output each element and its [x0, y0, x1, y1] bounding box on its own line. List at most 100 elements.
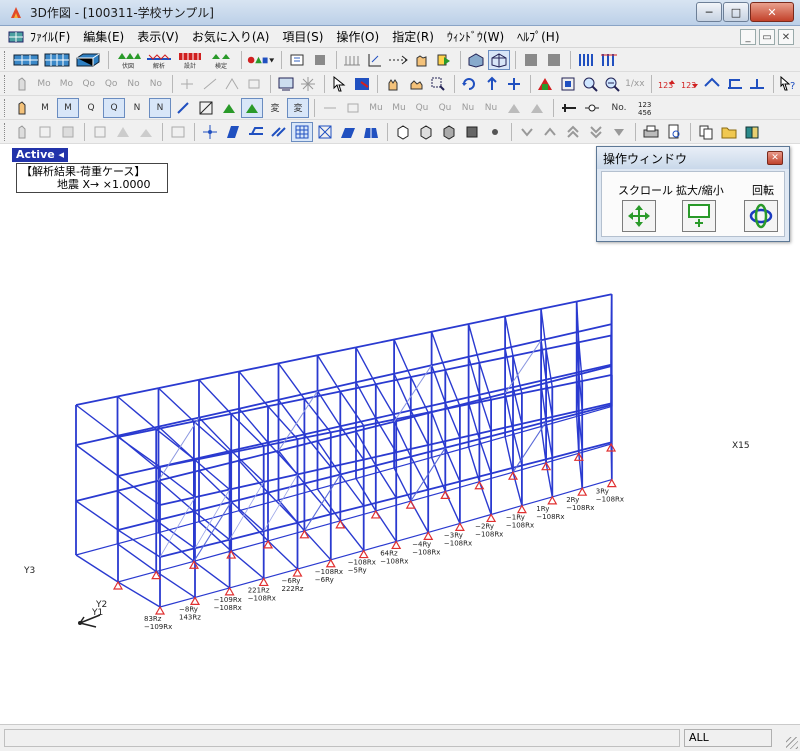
- zoom-button[interactable]: [682, 200, 716, 232]
- offset-tool-button[interactable]: [387, 50, 409, 70]
- wireframe-mode-button[interactable]: [488, 49, 510, 70]
- numeric-table-button[interactable]: 123 456: [635, 98, 657, 118]
- toolbar-grip[interactable]: [4, 74, 7, 93]
- zoom-fit-button[interactable]: [557, 74, 578, 94]
- book-button[interactable]: [741, 122, 763, 142]
- toolbar-grip[interactable]: [4, 98, 7, 117]
- member-link-button[interactable]: [268, 122, 290, 142]
- pointer-button[interactable]: [11, 98, 33, 118]
- stop-button[interactable]: [309, 50, 331, 70]
- mo-moment-button[interactable]: Mo: [33, 74, 54, 94]
- print-preview-doc-button[interactable]: [663, 122, 685, 142]
- minimize-button[interactable]: ─: [696, 2, 722, 22]
- qo-shear-button[interactable]: Qo: [78, 74, 99, 94]
- scroll-button[interactable]: [622, 200, 656, 232]
- dim-tool-2-button[interactable]: [199, 74, 220, 94]
- dim-load-1-button[interactable]: [319, 98, 341, 118]
- reaction-fix-button[interactable]: [195, 98, 217, 118]
- floor-plan-view-button[interactable]: [11, 50, 41, 70]
- toolbar-grip[interactable]: [4, 122, 7, 141]
- design-tool-button[interactable]: 設計: [175, 50, 205, 70]
- support-triangle-button[interactable]: [218, 98, 240, 118]
- dim-c-button[interactable]: [57, 122, 79, 142]
- member-line-button[interactable]: [558, 98, 580, 118]
- pointer-dim-button[interactable]: [11, 74, 32, 94]
- rotate-view-button[interactable]: [744, 200, 778, 232]
- menu-specify[interactable]: 指定(R): [392, 28, 434, 45]
- zoom-out-button[interactable]: [602, 74, 623, 94]
- q-shear-button[interactable]: Q: [80, 98, 102, 118]
- layer-2-button[interactable]: [543, 50, 565, 70]
- operation-window-close-button[interactable]: ✕: [767, 151, 783, 165]
- select-pointer-button[interactable]: [329, 74, 350, 94]
- layer-button[interactable]: [520, 50, 542, 70]
- zoom-in-button[interactable]: [579, 74, 600, 94]
- operation-window-title[interactable]: 操作ウィンドウ: [597, 147, 789, 169]
- no-axial-boxed-button[interactable]: No: [145, 74, 166, 94]
- menu-operation[interactable]: 操作(O): [336, 28, 379, 45]
- chevron-double-down-icon[interactable]: [585, 122, 607, 142]
- node-line-button[interactable]: [581, 98, 603, 118]
- toolbar-grip[interactable]: [4, 50, 7, 69]
- dim-support-boxed-button[interactable]: [526, 98, 548, 118]
- dim-tool-4-button[interactable]: [244, 74, 265, 94]
- dimension-tool-button[interactable]: [364, 50, 386, 70]
- resize-grip-icon[interactable]: [786, 737, 798, 749]
- node-move-button[interactable]: [199, 122, 221, 142]
- rotate-button[interactable]: [459, 74, 480, 94]
- menu-help[interactable]: ﾍﾙﾌﾟ(H): [517, 28, 559, 45]
- floor-plan-tool-button[interactable]: 伏図: [113, 50, 143, 70]
- move-up-button[interactable]: [481, 74, 502, 94]
- q-shear-boxed-button[interactable]: Q: [103, 97, 125, 118]
- zoom-region-button[interactable]: [427, 74, 448, 94]
- operation-window[interactable]: 操作ウィンドウ ✕ スクロール 拡大/縮小 回転: [596, 146, 790, 242]
- box-view-1-button[interactable]: [392, 122, 414, 142]
- deformation-button[interactable]: 変: [264, 98, 286, 118]
- triangle-down-icon[interactable]: [608, 122, 630, 142]
- m-moment-boxed-button[interactable]: M: [57, 97, 79, 118]
- menu-window[interactable]: ｳｨﾝﾄﾞｳ(W): [447, 28, 504, 45]
- chevron-down-icon[interactable]: [516, 122, 538, 142]
- mo-moment-boxed-button[interactable]: Mo: [56, 74, 77, 94]
- mdi-minimize-button[interactable]: _: [740, 29, 756, 45]
- pan-hand-button[interactable]: [382, 74, 403, 94]
- nu-axial-button[interactable]: Nu: [457, 98, 479, 118]
- n-axial-button[interactable]: N: [126, 98, 148, 118]
- cross-select-button[interactable]: [314, 122, 336, 142]
- number-up-button[interactable]: 123: [656, 74, 678, 94]
- beams-view-button[interactable]: [598, 50, 620, 70]
- shape-color-dropdown[interactable]: [246, 50, 276, 70]
- 3d-view-button[interactable]: [73, 50, 103, 70]
- dim-tool-1-button[interactable]: [177, 74, 198, 94]
- support-side-button[interactable]: [724, 74, 745, 94]
- mdi-close-button[interactable]: ✕: [778, 29, 794, 45]
- menu-favorites[interactable]: お気に入り(A): [192, 28, 270, 45]
- brace-button[interactable]: [337, 122, 359, 142]
- check-tool-button[interactable]: 検定: [206, 50, 236, 70]
- dim-g-button[interactable]: [167, 122, 189, 142]
- explode-button[interactable]: [297, 74, 318, 94]
- mdi-restore-button[interactable]: ▭: [759, 29, 775, 45]
- qo-shear-boxed-button[interactable]: Qo: [100, 74, 121, 94]
- menu-edit[interactable]: 編集(E): [83, 28, 124, 45]
- dim-load-2-button[interactable]: [342, 98, 364, 118]
- move-cross-button[interactable]: [503, 74, 524, 94]
- hand-tool-button[interactable]: [410, 50, 432, 70]
- mu-moment-boxed-button[interactable]: Mu: [388, 98, 410, 118]
- maximize-button[interactable]: □: [723, 2, 749, 22]
- print-preview-button[interactable]: [286, 50, 308, 70]
- grab-hand-button[interactable]: [405, 74, 426, 94]
- member-edit-button[interactable]: [245, 122, 267, 142]
- chevron-up-icon[interactable]: [539, 122, 561, 142]
- member-color-button[interactable]: [535, 74, 556, 94]
- dim-e-button[interactable]: [112, 122, 134, 142]
- no-axial-button[interactable]: No: [123, 74, 144, 94]
- screen-capture-button[interactable]: [275, 74, 296, 94]
- copy-button[interactable]: [695, 122, 717, 142]
- dim-support-button[interactable]: [503, 98, 525, 118]
- number-display-button[interactable]: No.: [604, 98, 634, 118]
- select-color-button[interactable]: [433, 50, 455, 70]
- number-down-button[interactable]: 123: [679, 74, 701, 94]
- mu-moment-button[interactable]: Mu: [365, 98, 387, 118]
- menu-file[interactable]: ﾌｧｲﾙ(F): [30, 28, 70, 45]
